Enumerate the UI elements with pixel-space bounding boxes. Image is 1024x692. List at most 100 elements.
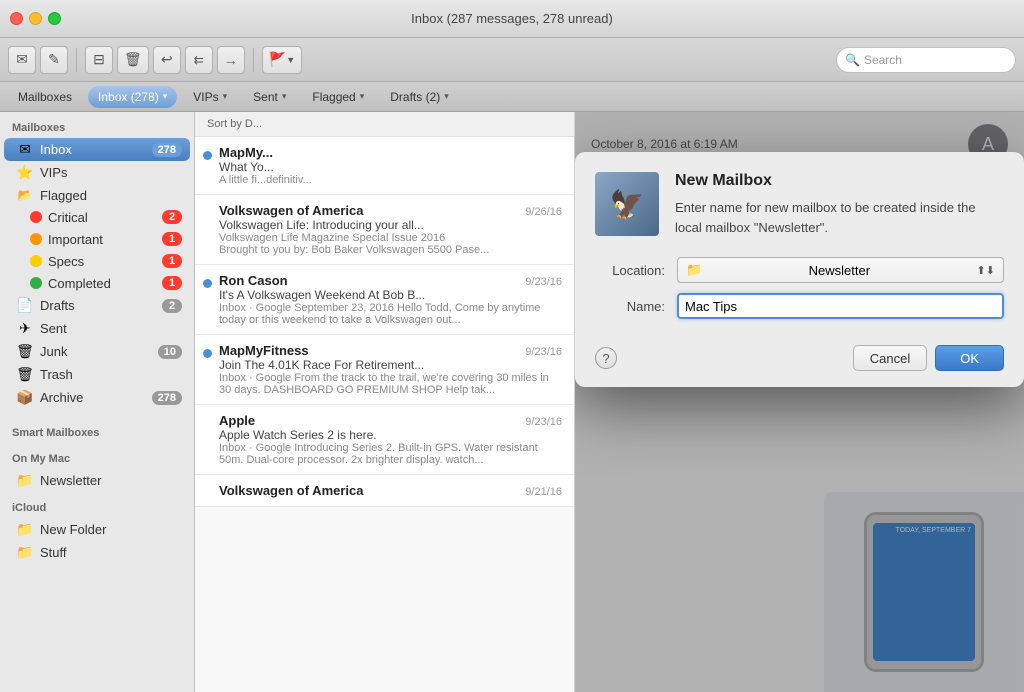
sidebar-item-drafts[interactable]: 📄 Drafts 2	[4, 294, 190, 317]
sidebar-item-flagged[interactable]: 📂 Flagged	[4, 184, 190, 206]
eagle-icon: 🦅	[610, 188, 645, 221]
toolbar: ✉ ✎ ⊟ 🗑 ↩ ⇇ → 🚩▼ 🔍 Search	[0, 38, 1024, 82]
message-date: 9/26/16	[525, 206, 562, 218]
sidebar: Mailboxes ✉ Inbox 278 ⭐ VIPs 📂 Flagged C…	[0, 112, 195, 692]
sidebar-item-newsletter[interactable]: 📁 Newsletter	[4, 469, 190, 492]
dialog-text: New Mailbox Enter name for new mailbox t…	[675, 172, 1004, 237]
new-mailbox-dialog: 🦅 New Mailbox Enter name for new mailbox…	[575, 152, 1024, 387]
sidebar-item-critical[interactable]: Critical 2	[18, 206, 190, 228]
archive-icon: 📦	[16, 389, 34, 406]
sidebar-item-inbox[interactable]: ✉ Inbox 278	[4, 138, 190, 161]
minimize-button[interactable]	[29, 12, 42, 25]
location-row: Location: 📁 Newsletter ⬆⬇	[595, 257, 1004, 283]
tab-inbox[interactable]: Inbox (278) ▾	[88, 86, 177, 108]
junk-button[interactable]: 🗑	[117, 46, 149, 74]
message-date: 9/23/16	[525, 276, 562, 288]
location-select[interactable]: 📁 Newsletter ⬆⬇	[677, 257, 1004, 283]
sidebar-section-icloud: iCloud	[0, 492, 194, 518]
list-item[interactable]: MapMy... What Yo... A little fi...defini…	[195, 137, 574, 195]
sidebar-item-trash-label: Trash	[40, 367, 182, 382]
list-item[interactable]: Ron Cason 9/23/16 It's A Volkswagen Week…	[195, 265, 574, 335]
sidebar-item-important[interactable]: Important 1	[18, 228, 190, 250]
newsletter-folder-icon: 📁	[16, 472, 34, 489]
inbox-badge: 278	[152, 143, 182, 157]
name-row: Name:	[595, 293, 1004, 319]
unread-indicator	[203, 151, 212, 160]
dialog-header: 🦅 New Mailbox Enter name for new mailbox…	[575, 152, 1024, 247]
sidebar-item-vips[interactable]: ⭐ VIPs	[4, 161, 190, 184]
list-item[interactable]: Volkswagen of America 9/26/16 Volkswagen…	[195, 195, 574, 265]
main-layout: Mailboxes ✉ Inbox 278 ⭐ VIPs 📂 Flagged C…	[0, 112, 1024, 692]
title-bar: Inbox (287 messages, 278 unread)	[0, 0, 1024, 38]
tab-flagged[interactable]: Flagged ▾	[302, 86, 374, 108]
sidebar-item-newsletter-label: Newsletter	[40, 473, 182, 488]
message-date: 9/23/16	[525, 416, 562, 428]
search-icon: 🔍	[845, 53, 860, 67]
flag-button[interactable]: 🚩▼	[262, 46, 302, 74]
sidebar-item-sent[interactable]: ✈ Sent	[4, 317, 190, 340]
message-sender: MapMy...	[219, 145, 273, 160]
sidebar-item-junk[interactable]: 🗑 Junk 10	[4, 340, 190, 363]
list-item[interactable]: Apple 9/23/16 Apple Watch Series 2 is he…	[195, 405, 574, 475]
folder-icon-sm: 📁	[686, 262, 702, 278]
sidebar-item-archive-label: Archive	[40, 390, 146, 405]
mailbox-name-input[interactable]	[677, 293, 1004, 319]
tab-sent[interactable]: Sent ▾	[243, 86, 296, 108]
reply-all-button[interactable]: ⇇	[185, 46, 213, 74]
forward-button[interactable]: →	[217, 46, 245, 74]
sidebar-item-completed[interactable]: Completed 1	[18, 272, 190, 294]
message-preview-2: Brought to you by: Bob Baker Volkswagen …	[219, 244, 562, 256]
ok-button[interactable]: OK	[935, 345, 1004, 371]
sidebar-item-stuff[interactable]: 📁 Stuff	[4, 541, 190, 564]
zoom-button[interactable]	[48, 12, 61, 25]
message-sender: Ron Cason	[219, 273, 288, 288]
new-folder-icon: 📁	[16, 521, 34, 538]
critical-badge: 2	[162, 210, 182, 224]
drafts-badge: 2	[162, 299, 182, 313]
flagged-children: Critical 2 Important 1 Specs 1 Completed…	[0, 206, 194, 294]
tabbar: Mailboxes Inbox (278) ▾ VIPs ▾ Sent ▾ Fl…	[0, 82, 1024, 112]
sidebar-item-vips-label: VIPs	[40, 165, 182, 180]
chevron-down-icon: ▾	[223, 91, 228, 102]
compose-button[interactable]: ✎	[40, 46, 68, 74]
chevron-down-icon: ▾	[163, 91, 168, 102]
help-button[interactable]: ?	[595, 347, 617, 369]
toolbar-separator-1	[76, 48, 77, 72]
completed-badge: 1	[162, 276, 182, 290]
sidebar-item-completed-label: Completed	[48, 276, 156, 291]
message-subject: Apple Watch Series 2 is here.	[219, 428, 562, 442]
chevron-up-down-icon: ⬆⬇	[977, 264, 995, 277]
close-button[interactable]	[10, 12, 23, 25]
tab-drafts[interactable]: Drafts (2) ▾	[380, 86, 459, 108]
stamp-icon: 🦅	[595, 172, 659, 236]
chevron-down-icon: ▾	[282, 91, 287, 102]
star-icon: ⭐	[16, 164, 34, 181]
dialog-description: Enter name for new mailbox to be created…	[675, 198, 1004, 237]
dialog-title: New Mailbox	[675, 172, 1004, 190]
sidebar-item-inbox-label: Inbox	[40, 142, 146, 157]
message-date: 9/21/16	[525, 486, 562, 498]
chevron-down-icon: ▾	[360, 91, 365, 102]
get-mail-button[interactable]: ✉	[8, 46, 36, 74]
sidebar-item-trash[interactable]: 🗑 Trash	[4, 363, 190, 386]
cancel-button[interactable]: Cancel	[853, 345, 927, 371]
sidebar-item-archive[interactable]: 📦 Archive 278	[4, 386, 190, 409]
delete-button[interactable]: ⊟	[85, 46, 113, 74]
sidebar-item-new-folder[interactable]: 📁 New Folder	[4, 518, 190, 541]
list-item[interactable]: MapMyFitness 9/23/16 Join The 4.01K Race…	[195, 335, 574, 405]
sidebar-item-stuff-label: Stuff	[40, 545, 182, 560]
tab-mailboxes[interactable]: Mailboxes	[8, 86, 82, 108]
sidebar-item-critical-label: Critical	[48, 210, 156, 225]
list-item[interactable]: Volkswagen of America 9/21/16	[195, 475, 574, 507]
unread-indicator	[203, 349, 212, 358]
sidebar-item-specs[interactable]: Specs 1	[18, 250, 190, 272]
sidebar-item-important-label: Important	[48, 232, 156, 247]
message-subject: Volkswagen Life: Introducing your all...	[219, 218, 562, 232]
junk-icon: 🗑	[16, 343, 34, 360]
search-box[interactable]: 🔍 Search	[836, 47, 1016, 73]
junk-badge: 10	[158, 345, 182, 359]
tab-vips[interactable]: VIPs ▾	[183, 86, 237, 108]
reply-button[interactable]: ↩	[153, 46, 181, 74]
sidebar-section-mailboxes: Mailboxes	[0, 112, 194, 138]
message-subject: What Yo...	[219, 160, 562, 174]
